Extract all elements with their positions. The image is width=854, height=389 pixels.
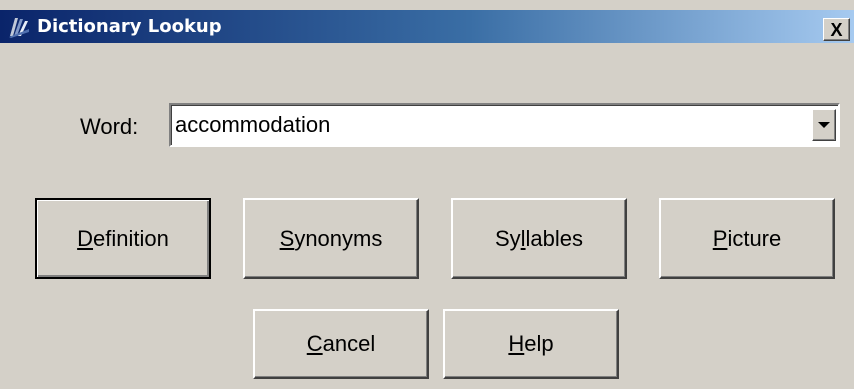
help-button[interactable]: Help bbox=[443, 309, 619, 379]
close-button[interactable]: X bbox=[823, 18, 850, 41]
cancel-button-label: Cancel bbox=[306, 331, 376, 356]
picture-button-label: Picture bbox=[712, 225, 782, 251]
definition-button-label: Definition bbox=[77, 225, 169, 251]
word-combobox[interactable] bbox=[169, 103, 840, 147]
dropdown-button[interactable] bbox=[812, 109, 836, 141]
synonyms-button-label: Synonyms bbox=[279, 225, 383, 251]
picture-button[interactable]: Picture bbox=[659, 198, 835, 279]
word-input[interactable] bbox=[175, 110, 795, 140]
chevron-down-icon bbox=[818, 122, 830, 128]
dictionary-app-icon bbox=[7, 15, 31, 39]
window-title: Dictionary Lookup bbox=[37, 16, 222, 37]
syllables-button-label: Syllables bbox=[494, 225, 584, 251]
close-icon: X bbox=[830, 19, 843, 40]
word-label: Word: bbox=[80, 114, 139, 139]
definition-button[interactable]: Definition bbox=[35, 198, 211, 279]
title-bar[interactable]: Dictionary Lookup X bbox=[0, 10, 854, 43]
help-button-label: Help bbox=[508, 331, 554, 356]
synonyms-button[interactable]: Synonyms bbox=[243, 198, 419, 279]
syllables-button[interactable]: Syllables bbox=[451, 198, 627, 279]
dictionary-lookup-dialog: Dictionary Lookup X Word: Definition Syn… bbox=[0, 0, 854, 389]
cancel-button[interactable]: Cancel bbox=[253, 309, 429, 379]
